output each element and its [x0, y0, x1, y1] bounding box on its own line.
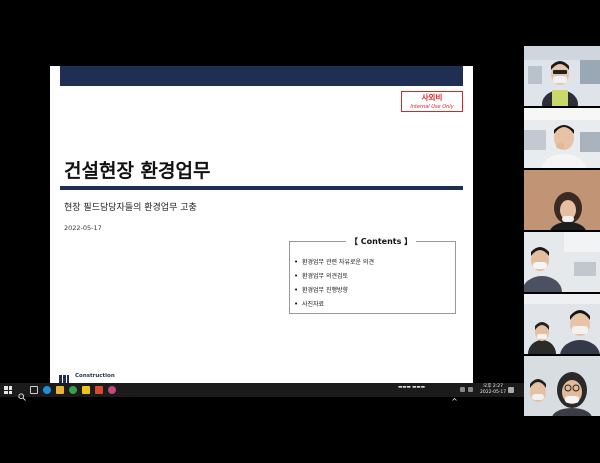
classification-badge: 사외비 Internal Use Only	[401, 91, 463, 112]
list-item: • 환경업무 진행방향	[294, 283, 374, 297]
edge-icon[interactable]	[43, 386, 51, 394]
task-view-icon[interactable]	[30, 386, 38, 394]
bullet-icon: •	[294, 272, 299, 280]
contents-box: 【 Contents 】 • 환경업무 관련 자유로운 의견 • 환경업무 의견검토…	[289, 236, 456, 314]
slide-header-bar	[60, 66, 463, 86]
windows-start-icon[interactable]	[4, 386, 12, 394]
classification-sublabel: Internal Use Only	[410, 104, 454, 110]
bullet-icon: •	[294, 286, 299, 294]
bullet-icon: •	[294, 258, 299, 266]
list-item: • 사진자료	[294, 297, 374, 311]
participant-video[interactable]	[524, 294, 600, 354]
tray-chevron-icon[interactable]	[452, 387, 457, 401]
list-item: • 환경업무 의견검토	[294, 269, 374, 283]
taskbar-clock[interactable]: 오후 2:27 2022-05-17	[480, 384, 506, 396]
list-item: • 환경업무 관련 자유로운 의견	[294, 255, 374, 269]
participant-video[interactable]	[524, 356, 600, 416]
clock-date: 2022-05-17	[480, 390, 507, 395]
title-divider	[60, 186, 463, 190]
file-explorer-icon[interactable]	[56, 386, 64, 394]
presentation-slide: 사외비 Internal Use Only 건설현장 환경업무 현장 필드담당자…	[50, 66, 473, 384]
classification-label: 사외비	[421, 93, 443, 102]
tray-status-text: ▬▬▬ ▬▬▬	[398, 385, 425, 390]
contents-item-label: 환경업무 관련 자유로운 의견	[302, 259, 374, 266]
app-icon[interactable]	[82, 386, 90, 394]
participant-video[interactable]	[524, 232, 600, 292]
contents-item-label: 환경업무 의견검토	[302, 273, 349, 280]
participant-video[interactable]	[524, 108, 600, 168]
chrome-icon[interactable]	[69, 386, 77, 394]
volume-icon[interactable]	[468, 387, 473, 392]
search-icon[interactable]	[18, 386, 26, 401]
slide-title: 건설현장 환경업무	[64, 160, 211, 182]
contents-list: • 환경업무 관련 자유로운 의견 • 환경업무 의견검토 • 환경업무 진행방향 •…	[294, 255, 374, 311]
app-icon[interactable]	[108, 386, 116, 394]
participant-strip	[524, 46, 600, 416]
bullet-icon: •	[294, 300, 299, 308]
office-icon[interactable]	[95, 386, 103, 394]
participant-video[interactable]	[524, 170, 600, 230]
contents-heading: 【 Contents 】	[346, 236, 417, 247]
slide-date: 2022-05-17	[64, 224, 102, 232]
footer-logo-text: Construction	[75, 373, 115, 379]
contents-item-label: 환경업무 진행방향	[302, 287, 349, 294]
windows-taskbar: ▬▬▬ ▬▬▬ 오후 2:27 2022-05-17	[0, 383, 524, 401]
participant-video[interactable]	[524, 46, 600, 106]
network-icon[interactable]	[460, 387, 465, 392]
slide-subtitle: 현장 필드담당자들의 환경업무 고충	[64, 203, 197, 213]
company-logo-icon	[59, 375, 69, 383]
contents-item-label: 사진자료	[302, 301, 325, 308]
notification-icon[interactable]	[508, 387, 514, 393]
